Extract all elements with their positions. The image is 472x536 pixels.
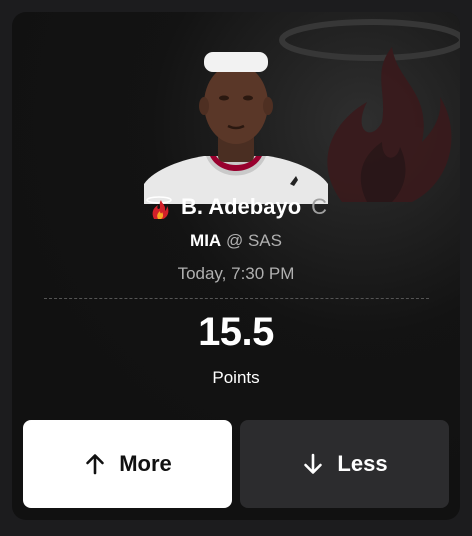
player-name-row: B. Adebayo C xyxy=(12,192,460,222)
miami-heat-logo-icon xyxy=(146,196,172,219)
opponent-abbreviation: SAS xyxy=(247,231,282,250)
dashed-divider xyxy=(44,298,429,299)
player-name: B. Adebayo xyxy=(180,194,302,219)
team-abbreviation: MIA xyxy=(190,231,222,250)
more-button-label: More xyxy=(119,451,172,476)
matchup-separator: @ xyxy=(225,231,244,250)
more-button[interactable]: More xyxy=(23,420,232,508)
player-prop-card: B. Adebayo C MIA @ SAS Today, 7:30 PM 15… xyxy=(12,12,460,520)
prop-stat-label: Points xyxy=(212,368,260,387)
player-headshot xyxy=(144,52,328,204)
player-position: C xyxy=(311,194,328,219)
game-time: Today, 7:30 PM xyxy=(177,264,295,283)
matchup: MIA @ SAS xyxy=(12,229,460,253)
less-button[interactable]: Less xyxy=(240,420,449,508)
arrow-down-icon xyxy=(304,453,323,474)
arrow-up-icon xyxy=(86,454,105,475)
player-info: B. Adebayo C MIA @ SAS Today, 7:30 PM xyxy=(12,192,460,286)
prop-line-value: 15.5 xyxy=(198,310,274,354)
less-button-label: Less xyxy=(337,451,388,476)
